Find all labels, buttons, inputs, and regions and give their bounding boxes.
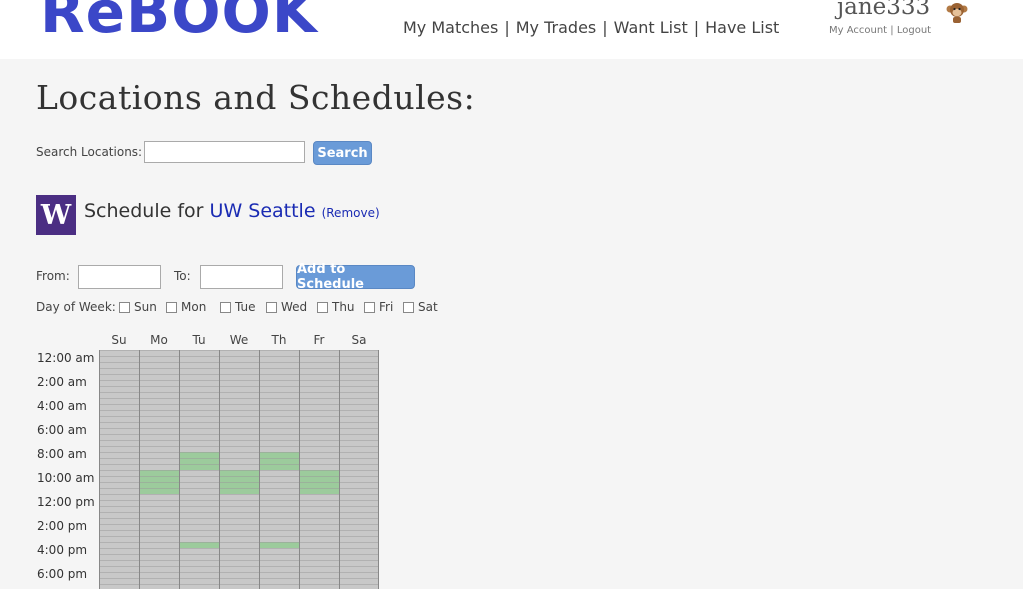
day-header-sa: Sa bbox=[351, 333, 367, 347]
logo-text: ReBOOK bbox=[40, 0, 318, 46]
day-header-mo: Mo bbox=[150, 333, 168, 347]
grid-background bbox=[99, 350, 379, 589]
nav-separator: | bbox=[693, 18, 700, 37]
monkey-avatar-icon[interactable] bbox=[945, 0, 969, 24]
to-label: To: bbox=[174, 269, 191, 283]
checkbox-icon[interactable] bbox=[220, 301, 231, 313]
logout-link[interactable]: Logout bbox=[897, 25, 931, 36]
main-nav: My Matches | My Trades | Want List | Have List bbox=[403, 18, 779, 37]
uw-logo-icon: W bbox=[36, 195, 76, 235]
day-header-th: Th bbox=[271, 333, 287, 347]
header: ReBOOK My Matches | My Trades | Want List | Ha… bbox=[0, 0, 1023, 59]
search-locations-input[interactable] bbox=[144, 141, 305, 163]
time-label: 2:00 pm bbox=[37, 519, 88, 533]
available-block[interactable] bbox=[219, 470, 259, 494]
day-checkbox-sat[interactable]: Sat bbox=[403, 300, 438, 314]
schedule-grid[interactable] bbox=[99, 350, 379, 589]
nav-separator: | bbox=[602, 18, 608, 37]
day-checkbox-wed[interactable]: Wed bbox=[266, 300, 307, 314]
schedule-heading-prefix: Schedule for bbox=[84, 200, 204, 222]
available-block[interactable] bbox=[299, 470, 339, 494]
checkbox-icon[interactable] bbox=[403, 301, 414, 313]
available-block[interactable] bbox=[259, 452, 299, 470]
day-checkbox-tue[interactable]: Tue bbox=[220, 300, 256, 314]
available-block[interactable] bbox=[259, 542, 299, 548]
nav-separator: | bbox=[504, 18, 510, 37]
search-button[interactable]: Search bbox=[313, 141, 372, 165]
checkbox-icon[interactable] bbox=[317, 301, 328, 313]
to-time-input[interactable] bbox=[200, 265, 283, 289]
day-header-fr: Fr bbox=[313, 333, 325, 347]
my-account-link[interactable]: My Account bbox=[829, 25, 887, 36]
day-checkbox-mon[interactable]: Mon bbox=[166, 300, 206, 314]
checkbox-icon[interactable] bbox=[364, 301, 375, 313]
time-label: 4:00 pm bbox=[37, 543, 88, 557]
nav-my-trades[interactable]: My Trades bbox=[516, 18, 597, 37]
checkbox-icon[interactable] bbox=[166, 301, 177, 313]
day-header-tu: Tu bbox=[192, 333, 206, 347]
nav-my-matches[interactable]: My Matches bbox=[403, 18, 498, 37]
available-block[interactable] bbox=[139, 470, 179, 494]
time-label: 12:00 pm bbox=[37, 495, 95, 509]
schedule-grid-svg[interactable] bbox=[99, 350, 379, 589]
checkbox-icon[interactable] bbox=[119, 301, 130, 313]
from-label: From: bbox=[36, 269, 70, 283]
day-header-we: We bbox=[229, 333, 249, 347]
day-checkbox-sun[interactable]: Sun bbox=[119, 300, 157, 314]
user-links-separator: | bbox=[890, 25, 894, 36]
username: jane333 bbox=[837, 0, 931, 20]
day-checkbox-thu[interactable]: Thu bbox=[317, 300, 355, 314]
day-checkbox-fri[interactable]: Fri bbox=[364, 300, 393, 314]
time-label: 4:00 am bbox=[37, 399, 87, 413]
time-label: 6:00 am bbox=[37, 423, 87, 437]
time-label: 10:00 am bbox=[37, 471, 95, 485]
time-label: 12:00 am bbox=[37, 351, 95, 365]
schedule-heading: Schedule for UW Seattle (Remove) bbox=[84, 200, 380, 222]
day-header-su: Su bbox=[111, 333, 127, 347]
day-of-week-label: Day of Week: bbox=[36, 300, 116, 314]
nav-want-list[interactable]: Want List bbox=[614, 18, 688, 37]
from-time-input[interactable] bbox=[78, 265, 161, 289]
available-block[interactable] bbox=[179, 452, 219, 470]
user-links: My Account | Logout bbox=[829, 25, 931, 36]
nav-have-list[interactable]: Have List bbox=[705, 18, 779, 37]
time-label: 6:00 pm bbox=[37, 567, 88, 581]
checkbox-icon[interactable] bbox=[266, 301, 277, 313]
page-title: Locations and Schedules: bbox=[36, 78, 476, 117]
time-label: 8:00 am bbox=[37, 447, 87, 461]
add-to-schedule-button[interactable]: Add to Schedule bbox=[296, 262, 415, 292]
remove-location-link[interactable]: (Remove) bbox=[322, 206, 380, 220]
time-label: 2:00 am bbox=[37, 375, 87, 389]
search-locations-label: Search Locations: bbox=[36, 145, 143, 159]
available-block[interactable] bbox=[179, 542, 219, 548]
location-link[interactable]: UW Seattle bbox=[210, 200, 316, 222]
